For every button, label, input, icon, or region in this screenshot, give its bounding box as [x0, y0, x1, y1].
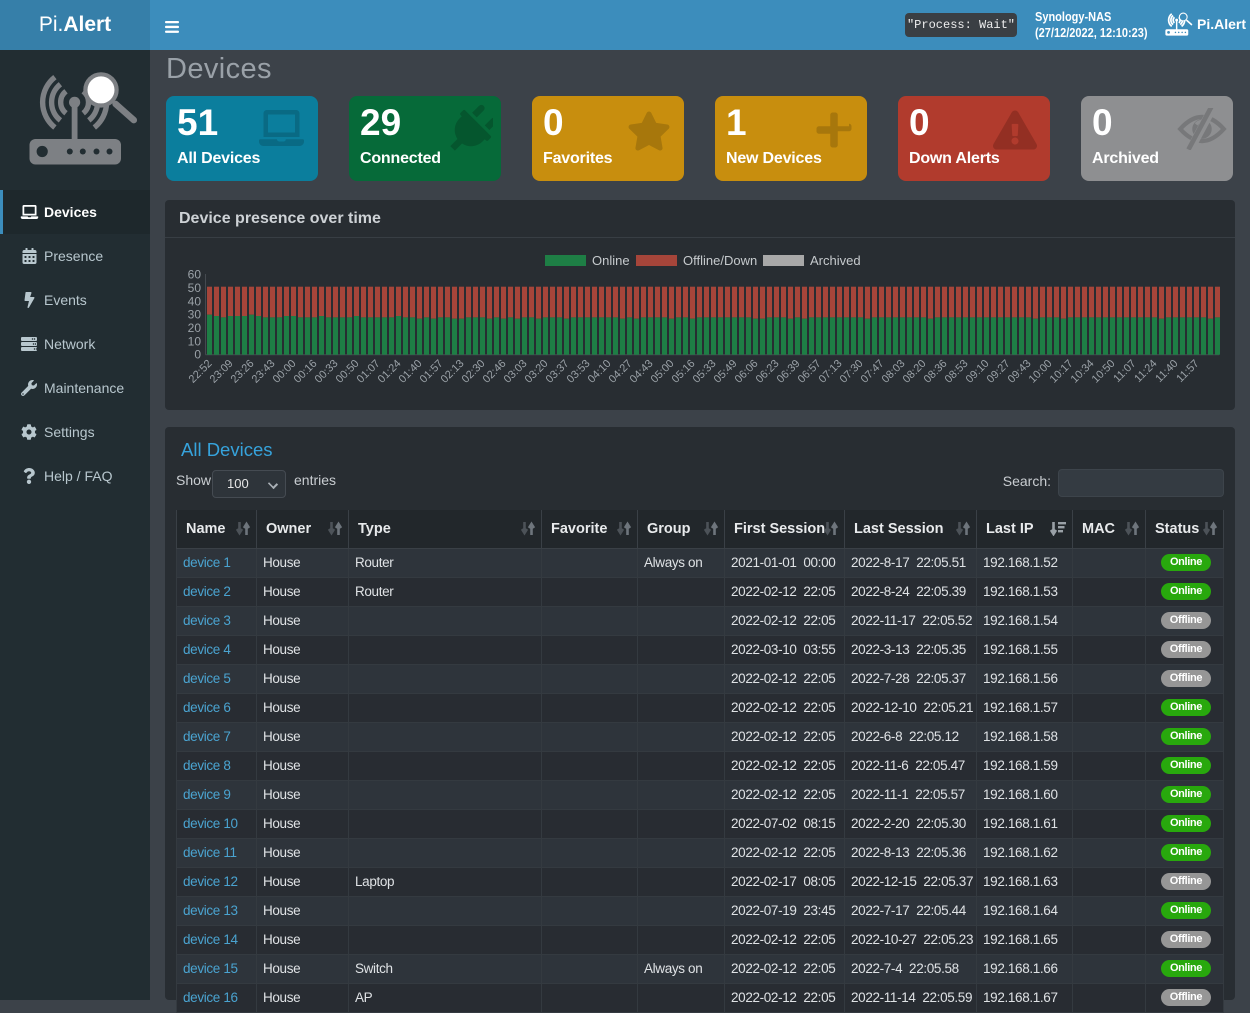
svg-text:11:40: 11:40	[1153, 358, 1180, 385]
svg-text:11:57: 11:57	[1174, 358, 1201, 385]
svg-text:06:57: 06:57	[796, 358, 824, 386]
svg-text:23:09: 23:09	[208, 358, 236, 386]
svg-text:07:30: 07:30	[838, 358, 866, 386]
svg-text:04:43: 04:43	[628, 358, 656, 386]
svg-text:Archived: Archived	[810, 253, 861, 268]
svg-text:01:40: 01:40	[397, 358, 425, 386]
svg-text:08:03: 08:03	[880, 358, 908, 386]
svg-text:05:00: 05:00	[649, 358, 677, 386]
svg-text:08:36: 08:36	[922, 358, 950, 386]
svg-text:06:39: 06:39	[775, 358, 803, 386]
svg-text:03:03: 03:03	[502, 358, 530, 386]
svg-text:01:07: 01:07	[355, 358, 383, 386]
svg-text:05:33: 05:33	[691, 358, 719, 386]
svg-text:04:10: 04:10	[586, 358, 614, 386]
svg-text:10:17: 10:17	[1048, 358, 1076, 386]
svg-text:02:30: 02:30	[460, 358, 488, 386]
svg-text:60: 60	[188, 268, 202, 282]
svg-text:03:37: 03:37	[544, 358, 572, 386]
svg-text:10:00: 10:00	[1027, 358, 1055, 386]
svg-text:04:27: 04:27	[607, 358, 635, 386]
svg-text:23:43: 23:43	[250, 358, 278, 386]
svg-text:08:53: 08:53	[943, 358, 971, 386]
svg-text:30: 30	[188, 308, 202, 322]
svg-text:40: 40	[188, 294, 202, 308]
svg-text:Online: Online	[592, 253, 630, 268]
svg-text:05:49: 05:49	[712, 358, 740, 386]
svg-text:10: 10	[188, 334, 202, 348]
svg-text:06:23: 06:23	[754, 358, 782, 386]
svg-text:10:50: 10:50	[1090, 358, 1118, 386]
svg-text:11:07: 11:07	[1111, 358, 1138, 385]
svg-text:00:16: 00:16	[292, 358, 320, 386]
svg-text:05:16: 05:16	[670, 358, 698, 386]
svg-text:01:24: 01:24	[376, 358, 404, 386]
svg-text:08:20: 08:20	[901, 358, 929, 386]
svg-text:07:47: 07:47	[859, 358, 887, 386]
svg-text:23:26: 23:26	[229, 358, 257, 386]
svg-text:00:33: 00:33	[313, 358, 341, 386]
svg-text:00:50: 00:50	[334, 358, 362, 386]
svg-text:Offline/Down: Offline/Down	[683, 253, 757, 268]
svg-text:10:34: 10:34	[1069, 358, 1097, 386]
svg-text:20: 20	[188, 321, 202, 335]
svg-text:00:00: 00:00	[271, 358, 299, 386]
svg-text:06:06: 06:06	[733, 358, 761, 386]
svg-text:03:53: 03:53	[565, 358, 593, 386]
svg-text:02:46: 02:46	[481, 358, 509, 386]
svg-text:09:10: 09:10	[964, 358, 992, 386]
svg-text:11:24: 11:24	[1132, 358, 1159, 385]
svg-text:50: 50	[188, 281, 202, 295]
svg-text:02:13: 02:13	[439, 358, 467, 386]
svg-text:09:43: 09:43	[1006, 358, 1034, 386]
svg-text:09:27: 09:27	[985, 358, 1013, 386]
svg-text:07:13: 07:13	[817, 358, 845, 386]
svg-text:03:20: 03:20	[523, 358, 551, 386]
svg-text:0: 0	[194, 348, 201, 362]
svg-text:01:57: 01:57	[418, 358, 446, 386]
svg-text:22:52: 22:52	[187, 358, 215, 386]
